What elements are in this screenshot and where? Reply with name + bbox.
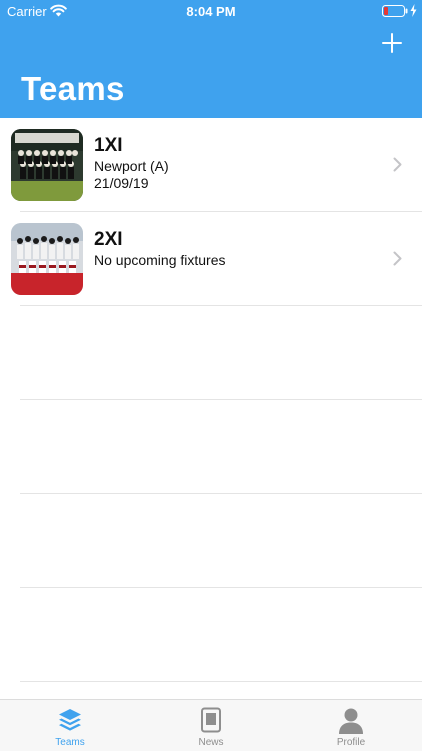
team-name: 2XI (94, 229, 123, 250)
tab-news[interactable]: News (141, 700, 281, 751)
empty-row (20, 400, 422, 494)
team-name: 1XI (94, 135, 123, 156)
team-row-1xi[interactable]: 1XI Newport (A) 21/09/19 (11, 118, 422, 212)
empty-row (20, 588, 422, 682)
page-title: Teams (21, 70, 125, 107)
tab-teams[interactable]: Teams (0, 700, 140, 751)
charging-bolt-icon (410, 4, 417, 17)
person-icon (339, 708, 363, 734)
tab-label-teams: Teams (55, 737, 85, 748)
chevron-right-icon (393, 251, 402, 266)
chevron-right-icon (393, 157, 402, 172)
team-fixture-opponent: Newport (A) (94, 158, 169, 174)
tab-profile[interactable]: Profile (281, 700, 421, 751)
team-row-2xi[interactable]: 2XI No upcoming fixtures (11, 212, 422, 306)
status-bar: Carrier 8:04 PM (0, 0, 422, 22)
battery-icon (382, 5, 408, 17)
empty-row (20, 494, 422, 588)
team-fixture-date: 21/09/19 (94, 175, 149, 191)
team-photo-1xi (11, 129, 83, 201)
tab-label-profile: Profile (336, 737, 366, 748)
teams-list: 1XI Newport (A) 21/09/19 2XI No upcoming… (0, 118, 422, 682)
tab-label-news: News (198, 737, 224, 748)
team-photo-2xi (11, 223, 83, 295)
team-fixture-status: No upcoming fixtures (94, 252, 226, 268)
tab-bar: Teams News Profile (0, 699, 422, 751)
layers-icon (59, 709, 81, 731)
news-icon (201, 707, 221, 733)
status-time: 8:04 PM (186, 4, 236, 19)
navigation-header: Carrier 8:04 PM Teams (0, 0, 422, 118)
add-team-button[interactable] (382, 33, 402, 53)
empty-row (20, 306, 422, 400)
